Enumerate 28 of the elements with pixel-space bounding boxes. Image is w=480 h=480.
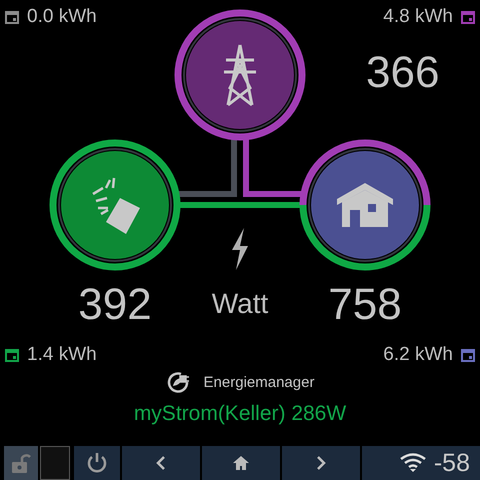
energy-total: 1.4 kWh bbox=[27, 344, 97, 366]
chevron-right-icon bbox=[316, 455, 326, 471]
home-icon bbox=[232, 455, 250, 471]
power-value: 366 bbox=[366, 48, 440, 98]
device-status: myStrom(Keller) 286W bbox=[134, 402, 346, 425]
power-value: 392 bbox=[77, 280, 153, 330]
wifi-icon bbox=[400, 453, 426, 473]
lightning-icon bbox=[232, 228, 248, 270]
blank-panel bbox=[40, 446, 70, 480]
home-button[interactable] bbox=[202, 446, 280, 480]
pylon-icon bbox=[222, 44, 258, 106]
unlocked-icon bbox=[11, 452, 31, 474]
energy-total: 6.2 kWh bbox=[383, 344, 453, 366]
solar-node[interactable] bbox=[50, 140, 180, 270]
signal-strength: -58 bbox=[434, 448, 470, 478]
chevron-left-icon bbox=[156, 455, 166, 471]
house-node[interactable] bbox=[300, 140, 430, 270]
energy-total: 0.0 kWh bbox=[27, 6, 97, 28]
energy-total: 4.8 kWh bbox=[383, 6, 453, 28]
device-title: Energiemanager bbox=[204, 374, 314, 390]
power-icon bbox=[86, 452, 108, 474]
house-icon bbox=[337, 183, 393, 227]
solar-panel-icon bbox=[92, 176, 140, 234]
unit-label: Watt bbox=[210, 288, 270, 320]
power-button[interactable] bbox=[74, 446, 120, 480]
grid-node[interactable] bbox=[174, 10, 306, 140]
plug-icon bbox=[166, 370, 190, 394]
power-value: 758 bbox=[327, 280, 403, 330]
